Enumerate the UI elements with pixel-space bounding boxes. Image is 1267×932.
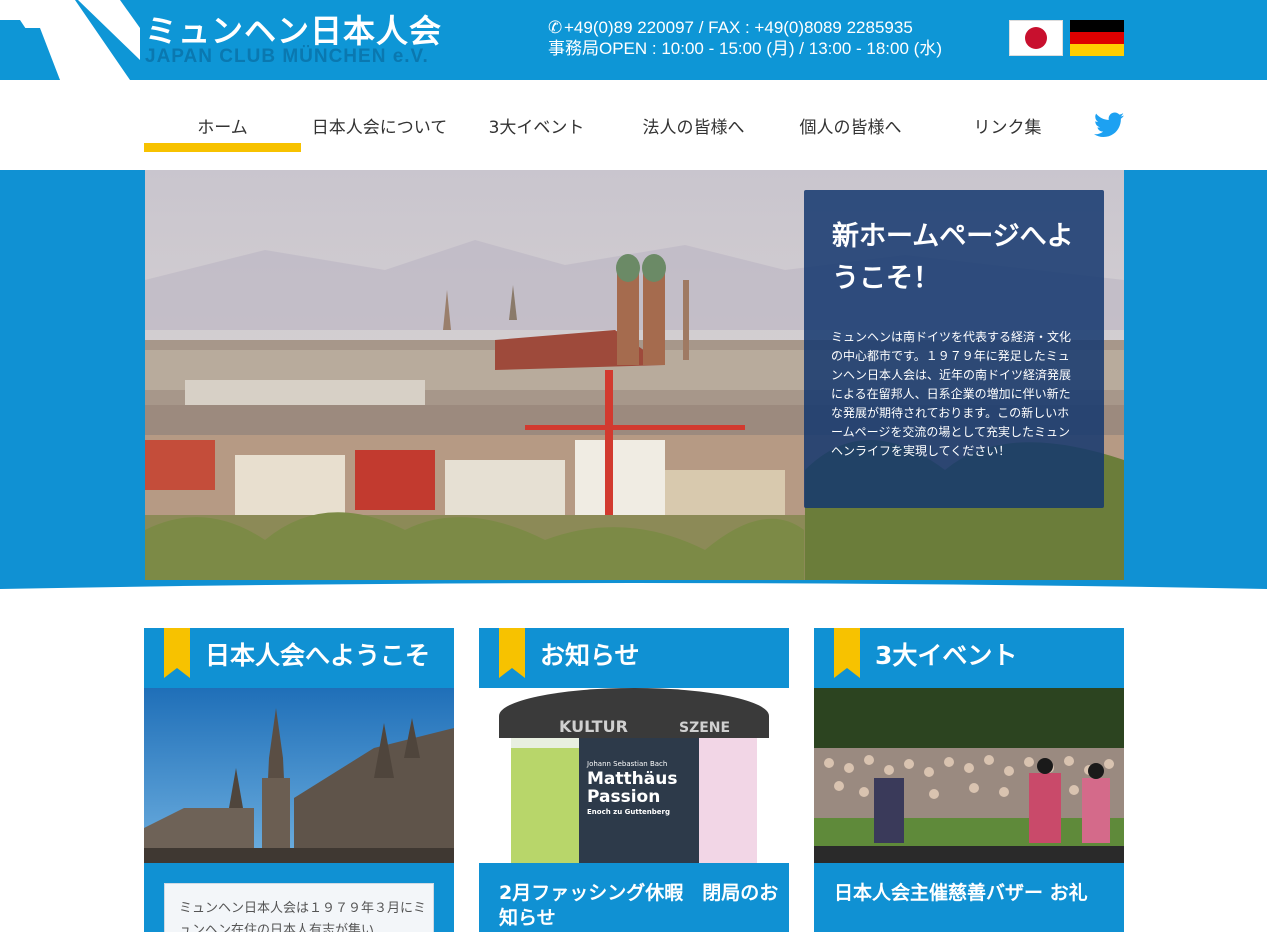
- bookmark-icon: [499, 628, 525, 678]
- nav-item-events[interactable]: 3大イベント: [458, 113, 615, 138]
- column-text-kultur: KULTUR: [559, 717, 628, 736]
- card-text-box: ミュンヘン日本人会は１９７９年３月にミュンヘン在住の日本人有志が集い: [164, 883, 434, 932]
- hero-title: 新ホームページへようこそ！: [832, 221, 1074, 294]
- advertising-column-image: KULTUR SZENE Johann Sebastian Bach Matth…: [479, 688, 789, 863]
- poster-title-1: Matthäus: [587, 769, 677, 789]
- twitter-icon[interactable]: [1094, 112, 1124, 138]
- card-title: 3大イベント: [875, 641, 1018, 670]
- japanese-language-flag[interactable]: [1009, 20, 1063, 56]
- nav-item-home[interactable]: ホーム: [144, 113, 301, 138]
- card-body-text: ミュンヘン日本人会は１９７９年３月にミュンヘン在住の日本人有志が集い: [179, 901, 427, 932]
- phone-icon: ✆: [548, 18, 563, 37]
- main-navigation: ホーム 日本人会について 3大イベント 法人の皆様へ 個人の皆様へ リンク集: [0, 80, 1267, 170]
- office-hours: 事務局OPEN : 10:00 - 15:00 (月) / 13:00 - 18…: [548, 39, 942, 58]
- card-events[interactable]: 3大イベント 日本人会主催慈善バザー お礼: [814, 628, 1124, 932]
- contact-phone-fax: +49(0)89 220097 / FAX : +49(0)8089 22859…: [564, 18, 913, 37]
- card-news[interactable]: お知らせ KULTUR SZENE Johann Sebastian Bach …: [479, 628, 789, 932]
- hero-text: ミュンヘンは南ドイツを代表する経済・文化の中心都市です。１９７９年に発足したミュ…: [831, 330, 1072, 458]
- nav-item-individual[interactable]: 個人の皆様へ: [772, 113, 929, 138]
- bookmark-icon: [834, 628, 860, 678]
- card-welcome[interactable]: 日本人会へようこそ ミュンヘン日本人会は１９７９年３月にミュンヘン在住の日本人有…: [144, 628, 454, 932]
- contact-info: ✆ +49(0)89 220097 / FAX : +49(0)8089 2285…: [548, 17, 942, 59]
- nav-item-about[interactable]: 日本人会について: [301, 113, 458, 138]
- festival-crowd-image: [814, 688, 1124, 863]
- bookmark-icon: [164, 628, 190, 678]
- site-header: ミュンヘン日本人会 JAPAN CLUB MÜNCHEN e.V. ✆ +49(0…: [0, 0, 1267, 80]
- card-header: 3大イベント: [814, 628, 1124, 688]
- hero-welcome-box: 新ホームページへようこそ！ ミュンヘンは南ドイツを代表する経済・文化の中心都市で…: [804, 190, 1104, 508]
- bavarian-flag-pattern: [0, 0, 140, 80]
- site-subtitle: JAPAN CLUB MÜNCHEN e.V.: [145, 46, 429, 67]
- nav-item-corporate[interactable]: 法人の皆様へ: [615, 113, 772, 138]
- events-headline[interactable]: 日本人会主催慈善バザー お礼: [834, 881, 1114, 906]
- column-text-szene: SZENE: [679, 720, 730, 736]
- nav-active-indicator: [144, 143, 301, 152]
- news-headline[interactable]: 2月ファッシング休暇 閉局のお知らせ: [499, 881, 779, 931]
- city-hall-image: [144, 688, 454, 863]
- nav-item-links[interactable]: リンク集: [929, 113, 1086, 138]
- card-title: 日本人会へようこそ: [205, 641, 431, 670]
- card-header: お知らせ: [479, 628, 789, 688]
- german-language-flag[interactable]: [1070, 20, 1124, 56]
- poster-conductor: Enoch zu Guttenberg: [587, 808, 670, 816]
- card-header: 日本人会へようこそ: [144, 628, 454, 688]
- poster-title-2: Passion: [587, 787, 660, 807]
- card-title: お知らせ: [540, 641, 640, 670]
- poster-composer: Johann Sebastian Bach: [586, 760, 667, 768]
